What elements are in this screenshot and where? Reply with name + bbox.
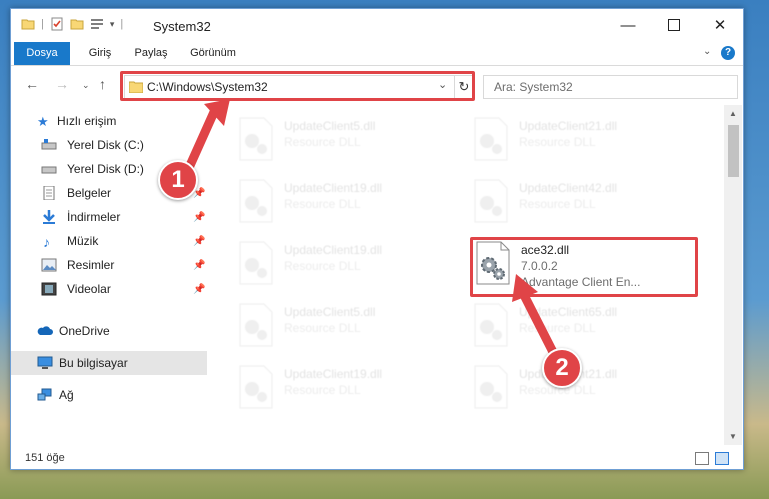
dll-file-icon [239,241,273,285]
quick-access-toolbar: | ▾ | [21,17,123,31]
sidebar-item-local-disk-c[interactable]: Yerel Disk (C:) [11,133,207,157]
close-icon: ✕ [713,17,727,34]
list-item[interactable]: UpdateClient42.dll Resource DLL [443,175,663,229]
back-arrow-icon[interactable]: ← [25,76,39,92]
title-bar: | ▾ | System32 — ✕ [11,9,743,41]
star-icon: ★ [37,114,49,129]
navigation-pane: ★ Hızlı erişim Yerel Disk (C:) Yerel Dis… [11,105,207,445]
sidebar-item-videos[interactable]: Videolar 📌 [11,277,207,301]
sidebar-item-network[interactable]: Ağ [11,383,207,407]
window-title: System32 [153,19,211,34]
properties-icon[interactable] [50,17,64,31]
recent-dropdown-icon[interactable]: ⌄ [82,80,90,91]
music-icon: ♪ [43,234,50,250]
details-view-icon[interactable] [695,452,709,465]
list-item[interactable]: UpdateClient65.dll Resource DLL [443,299,663,353]
search-input[interactable]: Ara: System32 [483,75,738,99]
help-icon[interactable]: ? [721,46,735,60]
vertical-scrollbar[interactable]: ▲ ▼ [724,105,742,445]
computer-icon [37,356,53,369]
address-highlight-box [120,71,475,101]
pin-icon[interactable]: 📌 [193,284,205,295]
sidebar-item-downloads[interactable]: İndirmeler 📌 [11,205,207,229]
tab-home[interactable]: Giriş [83,42,117,65]
qat-dropdown-icon[interactable]: ▾ [110,19,115,30]
sidebar-item-pictures[interactable]: Resimler 📌 [11,253,207,277]
minimize-icon: — [620,16,636,34]
dll-file-icon [239,117,273,161]
list-item[interactable]: UpdateClient19.dll Resource DLL [208,175,428,229]
callout-step-2: 2 [542,348,582,388]
item-count: 151 öğe [25,452,65,464]
dll-file-icon [239,303,273,347]
pin-icon[interactable]: 📌 [193,236,205,247]
dll-file-icon [474,117,508,161]
dll-file-icon [474,365,508,409]
network-icon [37,388,52,401]
drive-icon [41,139,57,150]
ribbon-expand-icon[interactable]: ⌄ [703,46,711,57]
close-button[interactable]: ✕ [697,9,743,41]
tiles-view-icon[interactable] [715,452,729,465]
cloud-icon [37,326,53,335]
pin-icon[interactable]: 📌 [193,260,205,271]
download-icon [43,210,55,224]
file-highlight-box [470,237,698,297]
sidebar-item-onedrive[interactable]: OneDrive [11,319,207,343]
dll-file-icon [239,179,273,223]
pin-icon[interactable]: 📌 [193,212,205,223]
tab-view[interactable]: Görünüm [186,42,240,65]
list-item[interactable]: UpdateClient5.dll Resource DLL [208,299,428,353]
sidebar-item-music[interactable]: ♪ Müzik 📌 [11,229,207,253]
ribbon-tabs: Dosya Giriş Paylaş Görünüm ⌄ ? [11,42,743,66]
address-row: ← → ⌄ ↑ C:\Windows\System32 ⌄ ↻ Ara: Sys… [11,66,743,104]
tab-file[interactable]: Dosya [14,42,70,65]
dll-file-icon [474,303,508,347]
toolbar-separator: | [41,18,44,30]
callout-step-1: 1 [158,160,198,200]
folder-icon[interactable] [21,17,35,31]
maximize-button[interactable] [651,9,697,41]
dll-file-icon [474,179,508,223]
list-item[interactable]: UpdateClient19.dll Resource DLL [208,237,428,291]
sidebar-item-this-pc[interactable]: Bu bilgisayar [11,351,207,375]
dll-file-icon [239,365,273,409]
scroll-down-icon[interactable]: ▼ [729,432,737,441]
explorer-window: | ▾ | System32 — ✕ Dosya Giriş Paylaş Gö… [10,8,744,470]
sidebar-item-quick-access[interactable]: ★ Hızlı erişim [11,109,207,133]
toolbar-separator: | [120,18,124,30]
maximize-icon [668,19,680,31]
status-bar: 151 öğe [11,447,743,469]
list-item[interactable]: UpdateClient21.dll Resource DLL [443,113,663,167]
document-icon [43,186,55,200]
list-item[interactable]: UpdateClient19.dll Resource DLL [208,361,428,415]
list-item[interactable]: UpdateClient5.dll Resource DLL [208,113,428,167]
search-placeholder: Ara: System32 [494,80,573,94]
scroll-thumb[interactable] [728,125,739,177]
customize-icon[interactable] [90,17,104,31]
drive-icon [41,166,57,174]
video-icon [41,282,57,296]
up-arrow-icon[interactable]: ↑ [99,76,106,92]
new-folder-icon[interactable] [70,17,84,31]
minimize-button[interactable]: — [605,9,651,41]
scroll-up-icon[interactable]: ▲ [729,109,737,118]
file-list: UpdateClient5.dll Resource DLL UpdateCli… [208,105,724,445]
picture-icon [41,258,57,272]
tab-share[interactable]: Paylaş [131,42,171,65]
forward-arrow-icon[interactable]: → [55,76,69,92]
